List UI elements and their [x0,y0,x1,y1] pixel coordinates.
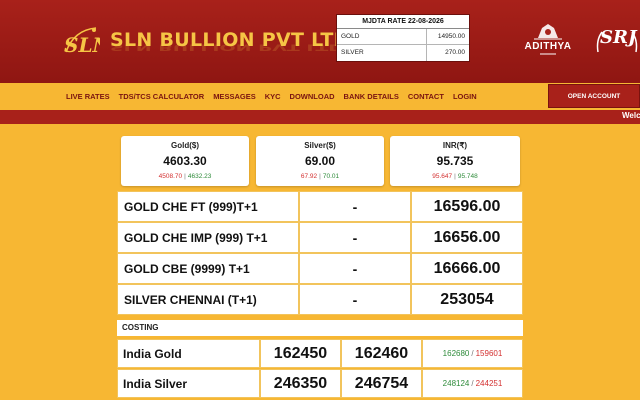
nav-tds-tcs-calculator[interactable]: TDS/TCS CALCULATOR [119,92,205,101]
card-low-high: 67.92 | 70.01 [256,173,384,180]
nav-login[interactable]: LOGIN [453,92,477,101]
product-price: 16656.00 [411,222,523,253]
nav-bank-details[interactable]: BANK DETAILS [344,92,399,101]
nav-live-rates[interactable]: LIVE RATES [66,92,110,101]
nav-contact[interactable]: CONTACT [408,92,444,101]
costing-high: 162680 [442,349,470,358]
inr-spot-card: INR(₹) 95.735 95.647 | 95.748 [390,136,520,186]
news-ticker: Welc [0,110,640,124]
nav-items: LIVE RATES TDS/TCS CALCULATOR MESSAGES K… [66,83,486,110]
open-account-button[interactable]: OPEN ACCOUNT [548,84,640,108]
costing-bid: 246350 [260,369,341,398]
separator: / [471,379,474,388]
mjdta-rate-value: 270.00 [445,49,465,56]
card-value: 69.00 [304,154,336,168]
separator: | [319,173,321,180]
card-low-high: 4508.70 | 4632.23 [121,173,249,180]
card-value: 4603.30 [163,154,207,168]
ticker-text: Welc [622,111,640,120]
product-price: 16666.00 [411,253,523,284]
product-name: GOLD CHE FT (999)T+1 [117,191,299,222]
card-high: 95.748 [457,173,478,180]
card-low: 4508.70 [158,173,183,180]
costing-ask: 246754 [341,369,422,398]
costing-high-low: 248124/244251 [422,369,523,398]
mjdta-rate-title: MJDTA RATE 22-08-2026 [337,15,469,29]
site-header: SLN SLN BULLION PVT LTD SLN BULLION PVT … [0,0,640,83]
product-name: GOLD CBE (9999) T+1 [117,253,299,284]
separator: | [454,173,456,180]
gold-spot-card: Gold($) 4603.30 4508.70 | 4632.23 [121,136,249,186]
product-row: SILVER CHENNAI (T+1) - 253054 [117,284,523,315]
srj-label: SRJ [600,27,637,48]
adithya-logo[interactable]: ADITHYA [518,20,578,62]
svg-text:SLN: SLN [64,33,100,57]
mjdta-rate-label: GOLD [337,29,427,44]
costing-name: India Silver [117,369,260,398]
costing-bid: 162450 [260,339,341,368]
mjdta-rate-row: GOLD 14950.00 [337,29,469,45]
costing-row: India Silver 246350 246754 248124/244251 [117,369,523,398]
product-mid: - [299,191,411,222]
mjdta-rate-box: MJDTA RATE 22-08-2026 GOLD 14950.00 SILV… [336,14,470,62]
product-row: GOLD CHE IMP (999) T+1 - 16656.00 [117,222,523,253]
card-value: 95.735 [436,154,474,168]
main-nav: LIVE RATES TDS/TCS CALCULATOR MESSAGES K… [0,83,640,110]
costing-low: 159601 [475,349,503,358]
product-price: 253054 [411,284,523,315]
card-low: 67.92 [300,173,318,180]
adithya-label: ADITHYA [524,41,572,52]
card-title: Gold($) [171,141,199,150]
costing-high-low: 162680/159601 [422,339,523,368]
mjdta-rate-row: SILVER 270.00 [337,45,469,61]
product-row: GOLD CHE FT (999)T+1 - 16596.00 [117,191,523,222]
mjdta-rate-label: SILVER [337,45,427,61]
costing-row: India Gold 162450 162460 162680/159601 [117,339,523,368]
nav-download[interactable]: DOWNLOAD [290,92,335,101]
costing-high: 248124 [442,379,470,388]
mjdta-rate-value: 14950.00 [437,33,465,40]
silver-spot-card: Silver($) 69.00 67.92 | 70.01 [256,136,384,186]
costing-name: India Gold [117,339,260,368]
card-title: Silver($) [304,141,336,150]
costing-low: 244251 [475,379,503,388]
card-title: INR(₹) [442,141,468,150]
nav-kyc[interactable]: KYC [265,92,281,101]
product-price: 16596.00 [411,191,523,222]
product-name: SILVER CHENNAI (T+1) [117,284,299,315]
card-low-high: 95.647 | 95.748 [390,173,520,180]
sln-logo-icon[interactable]: SLN [62,22,100,60]
card-low: 95.647 [432,173,453,180]
srj-logo[interactable]: SRJ [594,18,640,64]
product-mid: - [299,253,411,284]
nav-messages[interactable]: MESSAGES [213,92,256,101]
brand-name-reflection: SLN BULLION PVT LTD [110,42,345,52]
product-row: GOLD CBE (9999) T+1 - 16666.00 [117,253,523,284]
product-mid: - [299,222,411,253]
separator: | [184,173,186,180]
separator: / [471,349,474,358]
card-high: 4632.23 [187,173,212,180]
costing-ask: 162460 [341,339,422,368]
product-mid: - [299,284,411,315]
costing-heading: COSTING [117,320,523,336]
product-name: GOLD CHE IMP (999) T+1 [117,222,299,253]
card-high: 70.01 [322,173,340,180]
